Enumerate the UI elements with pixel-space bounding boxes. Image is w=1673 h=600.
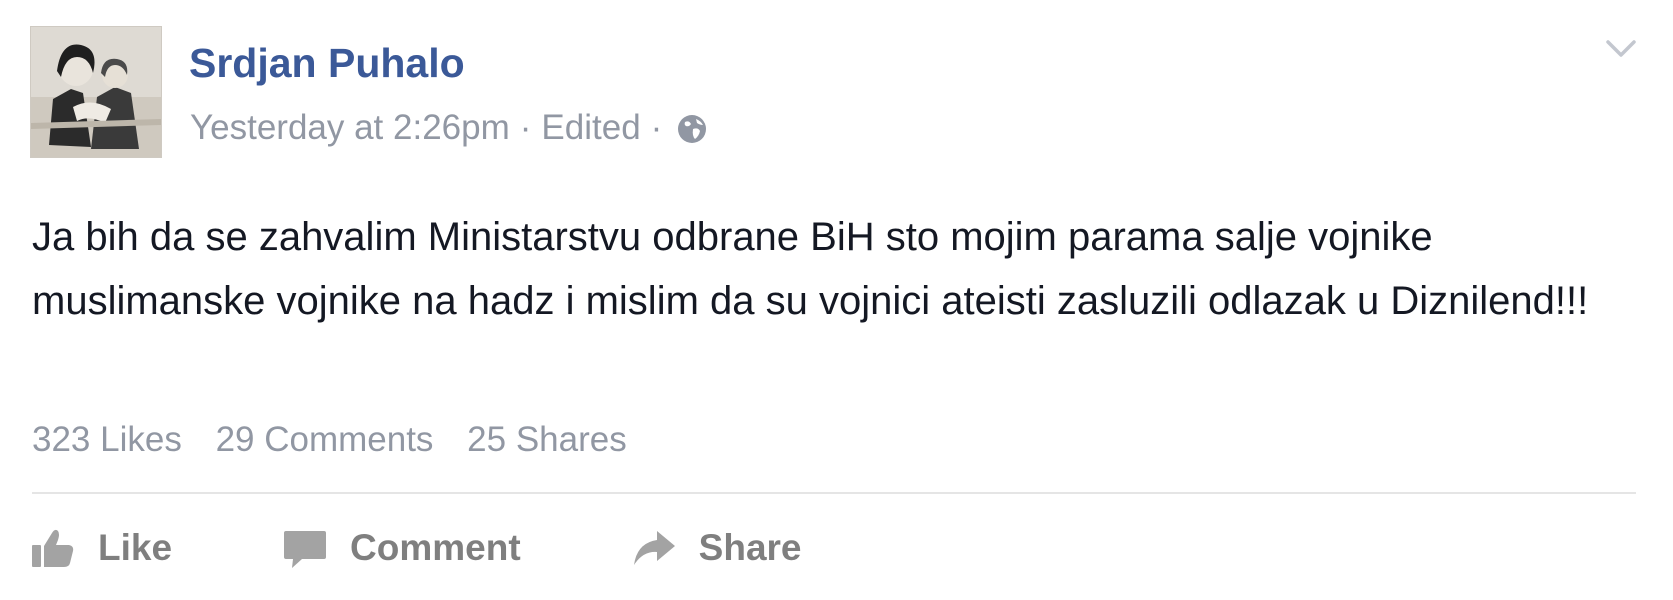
- chevron-down-icon[interactable]: [1604, 36, 1638, 62]
- timestamp-link[interactable]: Yesterday at 2:26pm: [190, 106, 510, 150]
- shares-count-link[interactable]: 25 Shares: [467, 420, 627, 459]
- share-button[interactable]: Share: [631, 525, 802, 571]
- share-arrow-icon: [631, 525, 677, 571]
- comment-button[interactable]: Comment: [282, 525, 521, 571]
- thumbs-up-icon: [30, 525, 76, 571]
- divider: [32, 492, 1636, 494]
- post-meta: Yesterday at 2:26pm · Edited ·: [190, 106, 708, 150]
- meta-separator: ·: [519, 108, 532, 147]
- author-name-link[interactable]: Srdjan Puhalo: [189, 38, 465, 88]
- edited-link[interactable]: Edited: [541, 106, 640, 150]
- like-button[interactable]: Like: [30, 525, 172, 571]
- comment-bubble-icon: [282, 525, 328, 571]
- post-text: Ja bih da se zahvalim Ministarstvu odbra…: [32, 215, 1589, 323]
- likes-count-link[interactable]: 323 Likes: [32, 420, 182, 459]
- comment-label: Comment: [350, 527, 521, 568]
- globe-icon[interactable]: [676, 112, 708, 144]
- share-label: Share: [698, 527, 802, 568]
- comments-count-link[interactable]: 29 Comments: [216, 420, 434, 459]
- action-bar: Like Comment Share: [30, 520, 912, 576]
- avatar[interactable]: [30, 26, 162, 158]
- meta-separator: ·: [650, 108, 663, 147]
- like-label: Like: [98, 527, 173, 568]
- post-card: Srdjan Puhalo Yesterday at 2:26pm · Edit…: [0, 0, 1673, 600]
- post-stats: 323 Likes 29 Comments 25 Shares: [32, 418, 651, 462]
